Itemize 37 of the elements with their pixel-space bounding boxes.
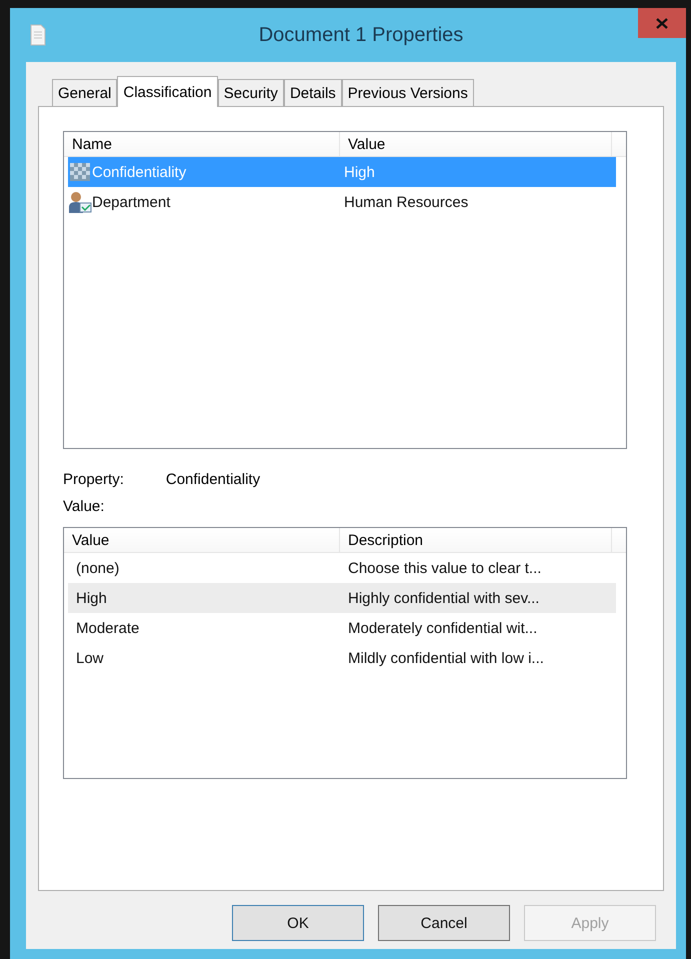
property-row[interactable]: Department Human Resources [68,187,616,217]
column-header[interactable]: Value [340,132,612,156]
tab[interactable]: Security [218,79,284,106]
window-title: Document 1 Properties [258,24,464,46]
document-icon [30,24,46,46]
value-name: (none) [75,560,120,576]
close-button[interactable] [638,8,686,38]
value-label: Value: [63,498,104,515]
column-header[interactable]: Description [340,528,612,552]
property-label: Property: [63,471,124,488]
value-row[interactable]: (none) Choose this value to clear t... [68,553,616,583]
value-row[interactable]: Low Mildly confidential with low i... [68,643,616,673]
person-icon [68,191,92,213]
value-row[interactable]: High Highly confidential with sev... [68,583,616,613]
tab[interactable]: Previous Versions [342,79,474,106]
value-name: Moderate [75,620,140,636]
value-description: Highly confidential with sev... [347,590,540,606]
value-description: Choose this value to clear t... [347,560,542,576]
value-description: Moderately confidential wit... [347,620,538,636]
checkered-icon [68,161,92,183]
property-name: Department [92,194,172,210]
tab[interactable]: Details [284,79,342,106]
dialog-button[interactable]: OK [232,905,364,941]
dialog-button[interactable]: Cancel [378,905,510,941]
column-header[interactable]: Name [64,132,340,156]
column-header[interactable]: Value [64,528,340,552]
property-value: High [343,164,376,180]
value-row[interactable]: Moderate Moderately confidential wit... [68,613,616,643]
close-icon [656,18,668,28]
tab[interactable]: Classification [117,76,218,107]
property-name: Confidentiality [92,164,188,180]
value-description: Mildly confidential with low i... [347,650,545,666]
property-value-text: Confidentiality [166,471,260,488]
value-name: High [75,590,108,606]
tab[interactable]: General [52,79,118,106]
value-name: Low [75,650,105,666]
property-value: Human Resources [343,194,470,210]
